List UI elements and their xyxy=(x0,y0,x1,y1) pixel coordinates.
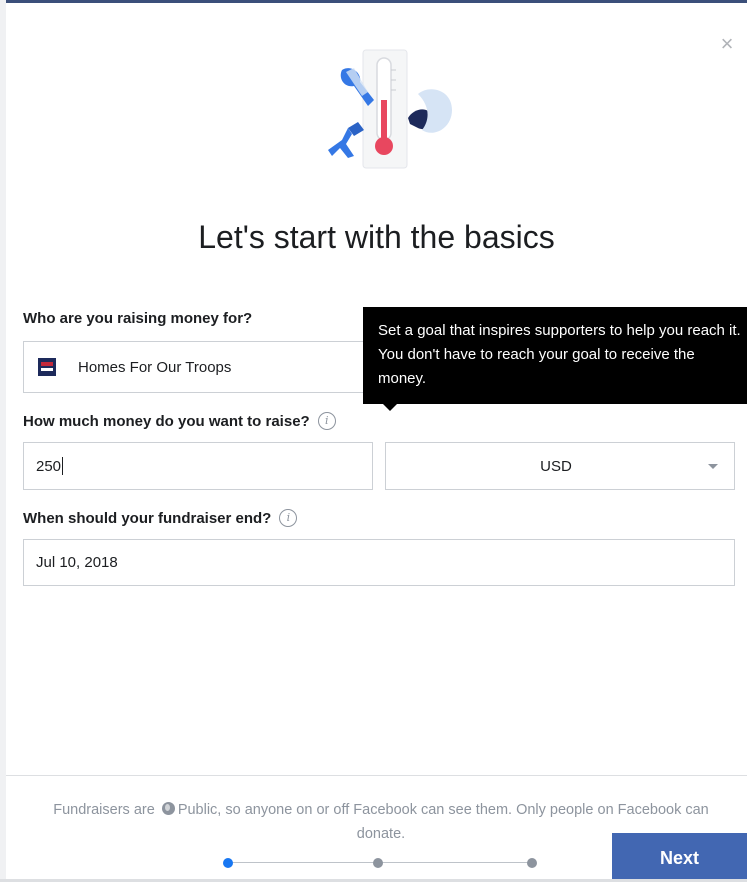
goal-tooltip: Set a goal that inspires supporters to h… xyxy=(363,307,747,411)
end-date-field[interactable]: Jul 10, 2018 xyxy=(23,539,735,586)
tooltip-text: Set a goal that inspires supporters to h… xyxy=(378,322,741,387)
goal-amount-input[interactable]: 250 xyxy=(23,442,373,490)
beneficiary-label: Who are you raising money for? xyxy=(23,310,252,327)
goal-amount-value: 250 xyxy=(36,457,62,475)
step-dot-1 xyxy=(223,858,233,868)
beneficiary-value: Homes For Our Troops xyxy=(78,358,232,376)
next-button[interactable]: Next xyxy=(612,833,747,882)
dialog-top-border xyxy=(6,0,747,10)
fundraiser-dialog: × Let's start with the basics Who are yo… xyxy=(6,0,747,882)
currency-select[interactable]: USD xyxy=(385,442,735,490)
end-date-value: Jul 10, 2018 xyxy=(36,554,118,571)
end-date-label: When should your fundraiser end? i xyxy=(23,509,298,527)
close-icon[interactable]: × xyxy=(716,33,738,55)
chevron-down-icon xyxy=(708,464,718,469)
goal-label-text: How much money do you want to raise? xyxy=(23,412,310,430)
step-dot-2 xyxy=(373,858,383,868)
step-progress xyxy=(220,856,540,870)
info-icon[interactable]: i xyxy=(279,509,298,527)
currency-value: USD xyxy=(540,457,572,475)
info-icon[interactable]: i xyxy=(317,412,336,430)
fundraiser-illustration xyxy=(328,49,452,169)
globe-icon xyxy=(161,802,175,815)
text-cursor xyxy=(62,457,64,475)
page-title: Let's start with the basics xyxy=(198,219,555,255)
step-dot-3 xyxy=(527,858,537,868)
organization-logo xyxy=(38,358,56,376)
beneficiary-label-text: Who are you raising money for? xyxy=(23,310,253,327)
privacy-notice-start: Fundraisers are xyxy=(53,802,155,818)
end-date-label-text: When should your fundraiser end? xyxy=(23,509,272,527)
beneficiary-field[interactable]: Homes For Our Troops xyxy=(23,341,373,393)
goal-label: How much money do you want to raise? i xyxy=(23,412,336,430)
dialog-footer: Fundraisers are Public, so anyone on or … xyxy=(6,775,747,882)
